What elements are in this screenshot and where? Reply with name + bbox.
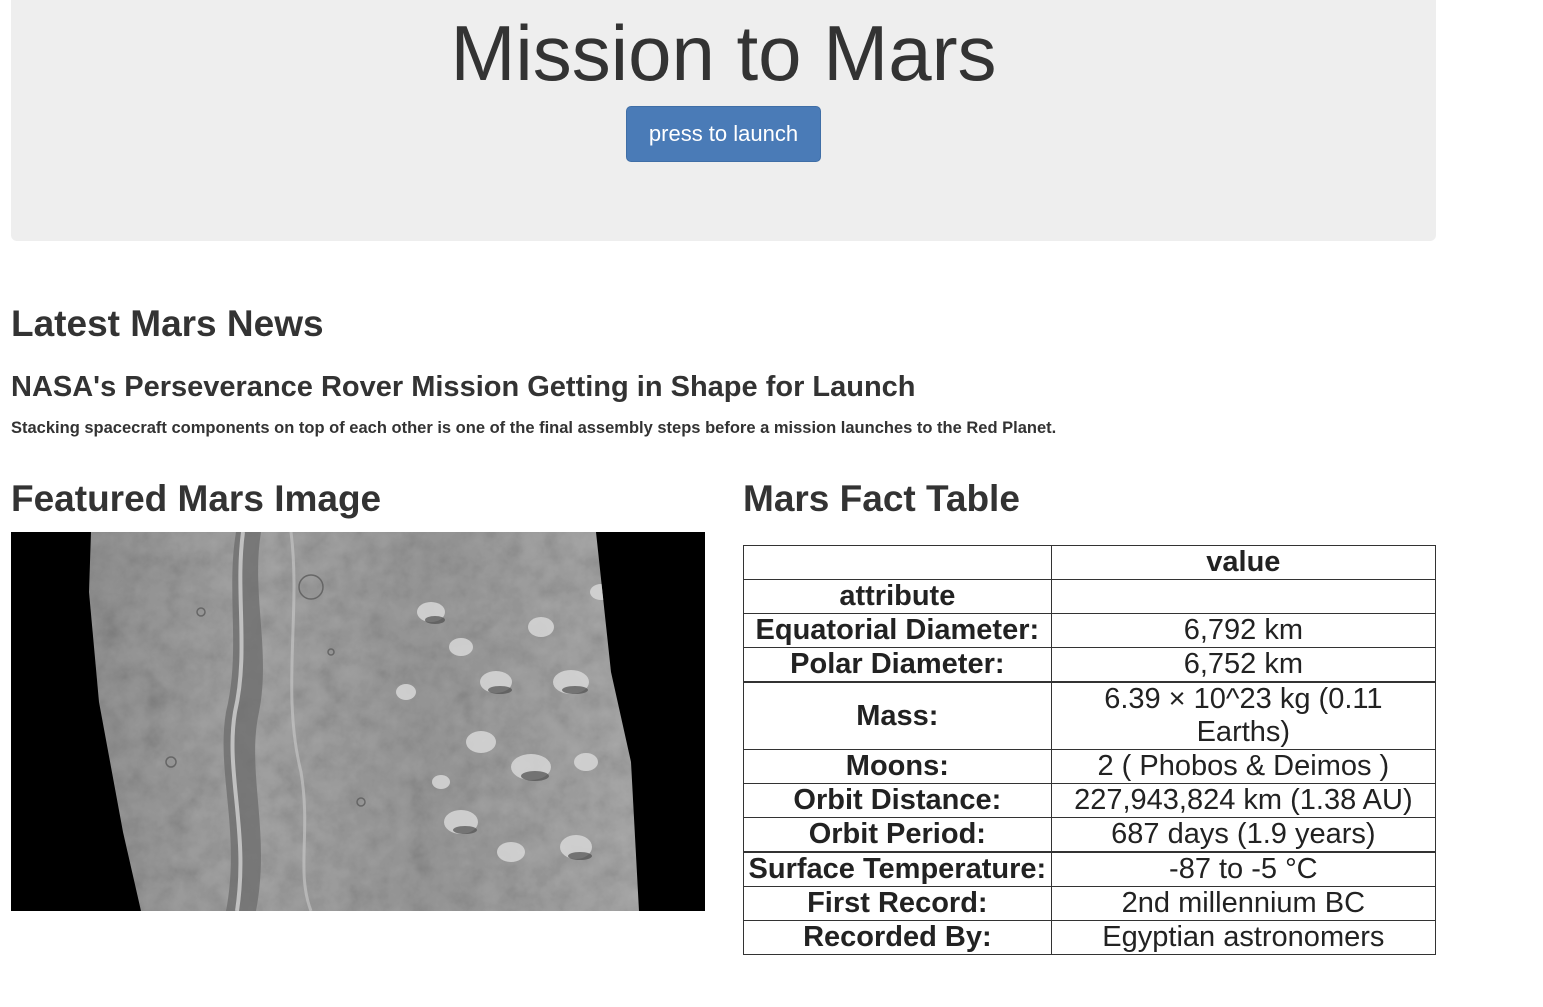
mars-fact-table: value attribute Equatorial Diameter: 6,7… bbox=[743, 545, 1437, 955]
table-row-attribute: Mass: bbox=[743, 681, 1052, 750]
table-row-value: 6,792 km bbox=[1050, 613, 1437, 648]
table-row-attribute: Moons: bbox=[743, 749, 1052, 784]
table-row-attribute: Polar Diameter: bbox=[743, 647, 1052, 683]
table-header-empty bbox=[1050, 579, 1437, 614]
table-header-value: value bbox=[1050, 545, 1437, 580]
table-header-row: value bbox=[743, 545, 1437, 580]
table-row: First Record: 2nd millennium BC bbox=[743, 886, 1437, 921]
table-row-attribute: Surface Temperature: bbox=[743, 851, 1052, 887]
table-row-attribute: Orbit Distance: bbox=[743, 783, 1052, 818]
page-title: Mission to Mars bbox=[450, 9, 997, 97]
table-row: Mass: 6.39 × 10^23 kg (0.11 Earths) bbox=[743, 681, 1437, 750]
table-row-attribute: Recorded By: bbox=[743, 920, 1052, 955]
table-row-attribute: Equatorial Diameter: bbox=[743, 613, 1052, 648]
news-title: NASA's Perseverance Rover Mission Gettin… bbox=[11, 371, 916, 403]
table-row-value: 2nd millennium BC bbox=[1050, 886, 1437, 921]
table-header-empty bbox=[743, 545, 1052, 580]
table-row: Equatorial Diameter: 6,792 km bbox=[743, 613, 1437, 648]
fact-table-heading: Mars Fact Table bbox=[743, 478, 1020, 519]
news-teaser: Stacking spacecraft components on top of… bbox=[11, 419, 1057, 437]
jumbotron-header: Mission to Mars press to launch bbox=[11, 0, 1436, 241]
table-row-value: 6,752 km bbox=[1050, 647, 1437, 683]
table-header-attribute: attribute bbox=[743, 579, 1052, 614]
table-row-value: 6.39 × 10^23 kg (0.11 Earths) bbox=[1050, 681, 1437, 750]
table-row: Surface Temperature: -87 to -5 °C bbox=[743, 851, 1437, 887]
table-row: Recorded By: Egyptian astronomers bbox=[743, 920, 1437, 955]
table-row: Orbit Distance: 227,943,824 km (1.38 AU) bbox=[743, 783, 1437, 818]
table-row: Moons: 2 ( Phobos & Deimos ) bbox=[743, 749, 1437, 784]
table-header-row: attribute bbox=[743, 579, 1437, 614]
launch-button[interactable]: press to launch bbox=[626, 106, 821, 162]
table-row-attribute: First Record: bbox=[743, 886, 1052, 921]
table-row-attribute: Orbit Period: bbox=[743, 817, 1052, 853]
news-section-heading: Latest Mars News bbox=[11, 303, 324, 344]
table-row-value: 227,943,824 km (1.38 AU) bbox=[1050, 783, 1437, 818]
table-row-value: 2 ( Phobos & Deimos ) bbox=[1050, 749, 1437, 784]
table-row-value: 687 days (1.9 years) bbox=[1050, 817, 1437, 853]
table-row-value: -87 to -5 °C bbox=[1050, 851, 1437, 887]
table-row: Polar Diameter: 6,752 km bbox=[743, 647, 1437, 683]
featured-mars-image bbox=[11, 532, 705, 911]
table-row: Orbit Period: 687 days (1.9 years) bbox=[743, 817, 1437, 853]
table-row-value: Egyptian astronomers bbox=[1050, 920, 1437, 955]
featured-image-heading: Featured Mars Image bbox=[11, 478, 382, 519]
